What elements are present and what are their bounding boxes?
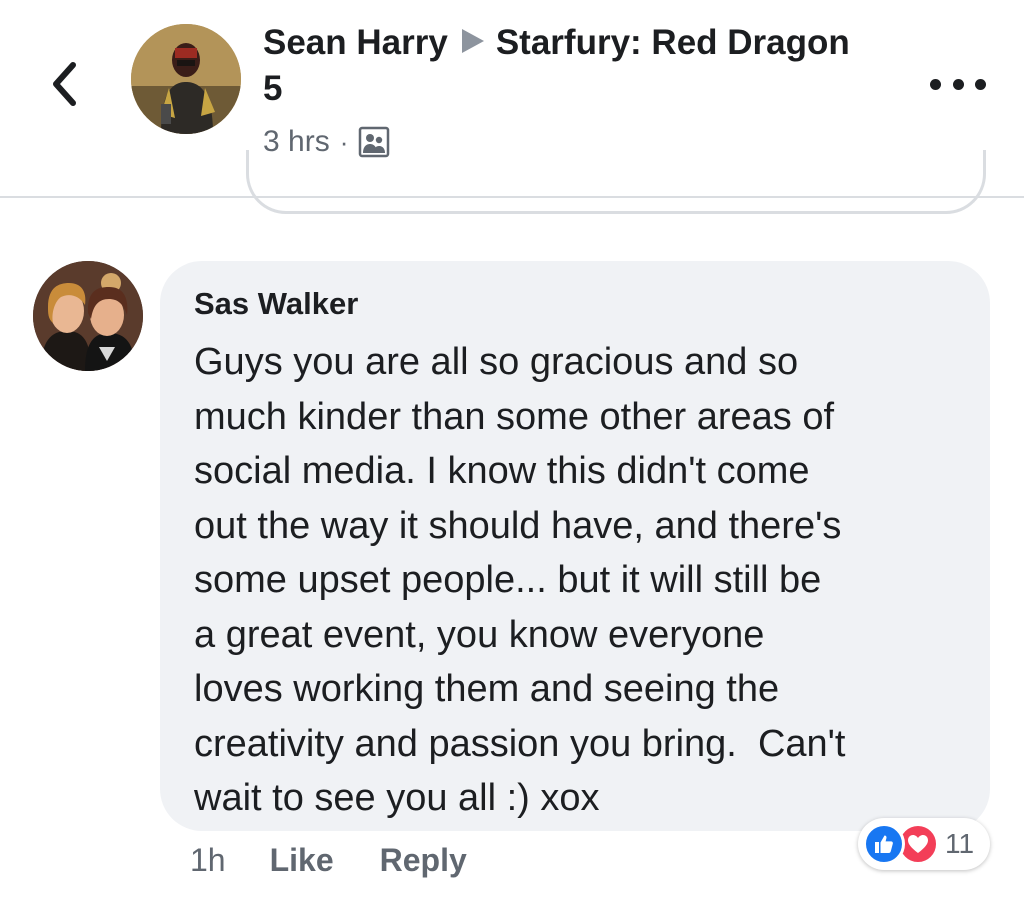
comment-text-line: much kinder than some other areas of <box>194 395 835 438</box>
like-reaction-icon <box>863 823 905 865</box>
comment-text-line: social media. I know this didn't come <box>194 450 810 492</box>
comment-text-line: some upset people... but it will still b… <box>194 559 822 601</box>
author-avatar[interactable] <box>131 24 241 134</box>
commenter-name[interactable]: Sas Walker <box>194 283 960 325</box>
like-button[interactable]: Like <box>270 842 334 879</box>
more-options-icon <box>930 78 941 90</box>
header-divider <box>0 196 1024 198</box>
author-avatar-image <box>131 24 241 134</box>
comment-timestamp[interactable]: 1h <box>190 842 226 879</box>
comment-text-line: out the way it should have, and there's <box>194 504 842 547</box>
commenter-avatar-image <box>33 261 143 371</box>
comment-actions: 1h Like Reply <box>190 838 513 882</box>
author-name[interactable]: Sean Harry <box>263 23 448 62</box>
reply-button[interactable]: Reply <box>380 842 467 879</box>
comment-text-line: Guys you are all so gracious and so <box>194 341 799 383</box>
comment-text: Guys you are all so gracious and so much… <box>194 335 974 826</box>
chevron-left-icon <box>53 62 76 106</box>
reaction-count: 11 <box>945 828 975 859</box>
comment-text-line: creativity and passion you bring. Can't <box>194 722 846 765</box>
commenter-avatar[interactable] <box>33 261 143 371</box>
back-button[interactable] <box>44 56 84 112</box>
previous-comment-edge <box>246 150 986 214</box>
post-author-line: Sean Harry Starfury: Red Dragon 5 <box>263 20 863 112</box>
comment-text-line: wait to see you all :) xox <box>194 777 600 819</box>
shared-to-arrow-icon <box>461 29 484 53</box>
comment-text-line: a great event, you know everyone <box>194 613 765 656</box>
more-options-button[interactable] <box>930 72 986 96</box>
comment-text-line: loves working them and seeing the <box>194 668 780 710</box>
post-header: Sean Harry Starfury: Red Dragon 5 3 hrs · <box>0 0 1024 214</box>
comment-bubble: Sas Walker Guys you are all so gracious … <box>160 261 990 831</box>
reactions-summary[interactable]: 11 <box>858 818 990 870</box>
